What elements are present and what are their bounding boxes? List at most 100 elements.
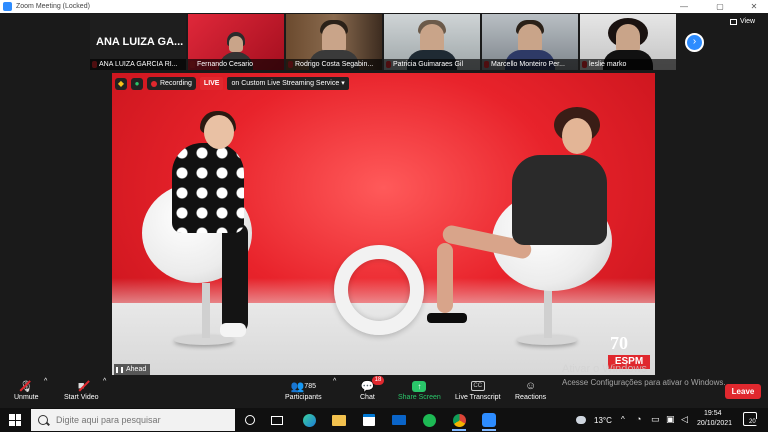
person-shin: [437, 243, 453, 313]
reactions-button[interactable]: ☺ Reactions: [515, 378, 546, 401]
microphone-muted-icon: 🎙: [19, 378, 33, 394]
battery-icon[interactable]: ▭: [651, 414, 660, 425]
store-icon[interactable]: [360, 411, 378, 429]
clock-time[interactable]: 19:54: [704, 410, 722, 417]
edge-browser-icon[interactable]: [300, 411, 318, 429]
participants-count: 785: [304, 382, 316, 390]
participant-tile[interactable]: Rodrigo Costa Segabin...: [286, 14, 382, 70]
view-label: View: [740, 18, 756, 25]
connection-icon[interactable]: ●: [131, 77, 143, 90]
unmute-button[interactable]: 🎙 Unmute: [14, 378, 39, 402]
zoom-window: Zoom Meeting (Locked) — ▢ ✕ ANA LUIZA GA…: [0, 0, 768, 432]
audio-options-caret[interactable]: ^: [44, 378, 47, 385]
title-bar: Zoom Meeting (Locked) — ▢ ✕: [0, 0, 768, 13]
participant-name: Fernando Cesario: [188, 59, 284, 70]
chrome-icon[interactable]: [450, 411, 468, 431]
mail-icon[interactable]: [390, 411, 408, 429]
weather-icon[interactable]: [572, 411, 590, 429]
live-transcript-label: Live Transcript: [455, 394, 501, 401]
participants-label: Participants: [285, 394, 322, 401]
window-title: Zoom Meeting (Locked): [16, 3, 90, 10]
task-view-icon[interactable]: [268, 411, 286, 429]
share-screen-button[interactable]: ↑ Share Screen: [398, 378, 441, 401]
participant-name: Rodrigo Costa Segabin...: [286, 59, 382, 70]
participant-name: ANA LUIZA GARCIA RI...: [90, 59, 186, 70]
leave-button[interactable]: Leave: [725, 384, 761, 399]
search-input[interactable]: [56, 415, 226, 425]
logo-number: 70: [610, 333, 628, 353]
person-head: [204, 115, 234, 149]
video-options-caret[interactable]: ^: [103, 378, 106, 385]
taskbar-search[interactable]: [31, 409, 235, 431]
share-screen-label: Share Screen: [398, 394, 441, 401]
person-legs: [222, 223, 248, 333]
participant-filmstrip: ANA LUIZA GA... ANA LUIZA GARCIA RI... F…: [90, 14, 710, 70]
chevron-right-icon[interactable]: ›: [685, 33, 704, 52]
video-off-icon: ■: [77, 380, 85, 392]
chair-stem: [202, 283, 210, 338]
participant-name: leslie marko: [580, 59, 676, 70]
signal-bars-icon: [116, 366, 123, 373]
chat-label: Chat: [360, 394, 375, 401]
speaker-name: Ahead: [126, 366, 147, 373]
round-side-table: [334, 245, 424, 335]
participant-tile[interactable]: leslie marko: [580, 14, 676, 70]
caret-down-icon: ▾: [341, 80, 345, 87]
participant-tile[interactable]: Patricia Guimaraes Gil: [384, 14, 480, 70]
view-button[interactable]: View: [730, 18, 755, 25]
start-video-button[interactable]: ■ Start Video: [64, 378, 99, 401]
windows-activation-title: Ativar o Windows: [562, 363, 647, 375]
person-shoe: [220, 323, 246, 337]
search-icon: [38, 415, 48, 425]
recording-label: Recording: [160, 80, 192, 87]
cortana-icon[interactable]: [241, 411, 259, 429]
security-shield-icon[interactable]: ◆: [115, 77, 127, 90]
unmute-label: Unmute: [14, 394, 39, 401]
wifi-icon[interactable]: ◔: [636, 414, 641, 424]
network-icon[interactable]: ▣: [666, 414, 675, 425]
close-button[interactable]: ✕: [742, 0, 766, 13]
participant-tile[interactable]: Fernando Cesario: [188, 14, 284, 70]
clock-date[interactable]: 20/10/2021: [697, 420, 732, 427]
maximize-button[interactable]: ▢: [708, 0, 732, 13]
chevron-up-icon[interactable]: ^: [621, 415, 625, 424]
closed-caption-icon: CC: [470, 381, 485, 391]
participant-face: [229, 36, 243, 52]
zoom-taskbar-icon[interactable]: [480, 411, 498, 431]
meeting-status-bar: ◆ ● Recording LIVE on Custom Live Stream…: [115, 76, 349, 91]
minimize-button[interactable]: —: [672, 0, 696, 13]
spotify-icon[interactable]: [420, 411, 438, 429]
share-screen-icon: ↑: [412, 380, 427, 392]
speaker-video: [112, 73, 655, 375]
participant-name: Marcello Monteiro Per...: [482, 59, 578, 70]
participants-icon: 👥 785: [290, 380, 316, 393]
windows-activation-subtitle: Acesse Configurações para ativar o Windo…: [562, 378, 726, 387]
live-streaming-label: on Custom Live Streaming Service: [231, 80, 340, 87]
polka-dot-pattern: [172, 143, 244, 233]
smiley-icon: ☺: [524, 380, 537, 392]
chair-stem: [544, 283, 552, 338]
participant-tile[interactable]: Marcello Monteiro Per...: [482, 14, 578, 70]
participant-display-name: ANA LUIZA GA...: [96, 36, 184, 48]
windows-start-icon[interactable]: [9, 414, 21, 426]
start-video-label: Start Video: [64, 394, 99, 401]
reactions-label: Reactions: [515, 394, 547, 401]
person-shoe: [427, 313, 467, 323]
participants-button[interactable]: 👥 785 Participants: [285, 378, 322, 402]
live-streaming-service[interactable]: on Custom Live Streaming Service ▾: [227, 77, 349, 90]
volume-icon[interactable]: ◁: [681, 414, 688, 425]
file-explorer-icon[interactable]: [330, 411, 348, 429]
active-speaker-label: Ahead: [114, 364, 151, 375]
record-icon: [151, 80, 157, 87]
grid-view-icon: [730, 18, 737, 25]
participant-name: Patricia Guimaraes Gil: [384, 59, 480, 70]
participant-tile[interactable]: ANA LUIZA GA... ANA LUIZA GARCIA RI...: [90, 14, 186, 70]
participants-options-caret[interactable]: ^: [333, 378, 336, 385]
temperature[interactable]: 13°C: [594, 416, 612, 425]
live-badge[interactable]: LIVE: [199, 77, 224, 90]
notification-count: 20: [748, 419, 757, 425]
zoom-app-icon: [3, 2, 12, 11]
person-body: [512, 155, 607, 245]
recording-indicator[interactable]: Recording: [147, 77, 196, 90]
live-transcript-button[interactable]: CC Live Transcript: [455, 378, 501, 401]
